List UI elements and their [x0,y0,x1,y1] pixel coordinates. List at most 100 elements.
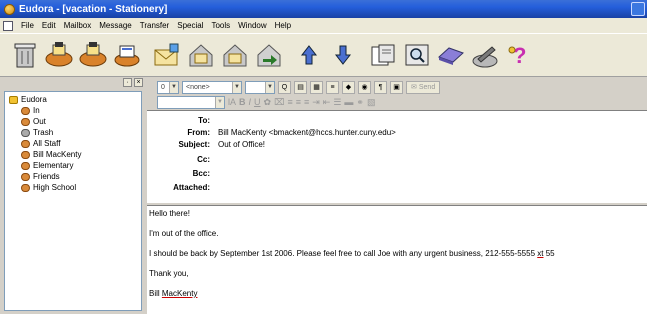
folder-icon [9,95,18,104]
new-message-icon [154,43,179,66]
bullet-list-button[interactable]: ☰ [333,97,341,108]
mailbox-icon [21,172,30,181]
font-select[interactable]: ▼ [157,95,225,109]
svg-text:?: ? [513,43,526,68]
trash-button[interactable] [8,38,42,72]
encoding-select[interactable]: ▼ [245,80,275,94]
to-row[interactable]: To: [147,115,214,126]
filter-button[interactable] [434,38,468,72]
pane-expand-button[interactable]: · [123,78,132,87]
menu-mailbox[interactable]: Mailbox [64,21,92,30]
check-mail-button[interactable] [42,38,76,72]
subject-field[interactable]: Out of Office! [214,140,265,149]
options-icon [472,46,498,68]
menu-bar: File Edit Mailbox Message Transfer Speci… [0,18,647,33]
pane-close-button[interactable]: × [134,78,143,87]
body-line-2: I should be back by September 1st 2006. … [149,249,555,258]
mailbox-high-school[interactable]: High School [9,182,141,193]
filter-icon [438,47,464,65]
priority-select[interactable]: 0 ▼ [157,80,179,94]
outdent-button[interactable]: ⇤ [323,97,331,108]
image-button[interactable]: ▧ [367,97,376,108]
horizontal-rule-button[interactable]: ▬ [344,97,353,107]
help-button[interactable]: ? [502,38,536,72]
previous-message-button[interactable] [292,38,326,72]
menu-edit[interactable]: Edit [42,21,56,30]
options-button[interactable] [468,38,502,72]
mailbox-bill-mackenty[interactable]: Bill MacKenty [9,149,141,160]
send-queued-button[interactable] [76,38,110,72]
mailbox-icon [21,150,30,159]
bcc-row[interactable]: Bcc: [147,168,214,179]
cc-label: Cc: [197,155,210,164]
signature-select[interactable]: <none> ▼ [182,80,242,94]
subject-row[interactable]: Subject: Out of Office! [147,139,265,150]
mailbox-elementary[interactable]: Elementary [9,160,141,171]
menu-special[interactable]: Special [177,21,203,30]
mailbox-friends[interactable]: Friends [9,171,141,182]
reply-button[interactable] [184,38,218,72]
inbox-icon [21,106,30,115]
next-message-button[interactable] [326,38,360,72]
title-bar: Eudora - [vacation - Stationery] [0,0,647,18]
subject-label: Subject: [178,140,210,149]
link-button[interactable]: ⚭ [356,97,364,108]
window-control-button[interactable] [631,2,645,16]
mailbox-out[interactable]: Out [9,116,141,127]
new-message-button[interactable] [150,38,184,72]
font-size-button[interactable]: lA [228,97,236,107]
eudora-app-icon[interactable] [4,3,15,15]
from-field[interactable]: Bill MacKenty <bmackent@hccs.hunter.cuny… [214,128,396,137]
send-button[interactable]: ✉ Send [406,80,441,94]
reply-all-button[interactable] [218,38,252,72]
formatting-bar: ▼ lA B I U ✿ ⌧ ≡ ≡ ≡ ⇥ ⇤ ☰ ▬ ⚭ ▧ [157,95,375,109]
body-thanks: Thank you, [149,269,189,278]
qp-toggle-button[interactable]: Q [278,80,291,94]
clear-format-button[interactable]: ⌧ [274,97,284,108]
attach-button[interactable] [366,38,400,72]
color-icon[interactable]: ✿ [264,97,272,108]
to-label: To: [198,116,210,125]
word-wrap-button[interactable]: ▦ [310,80,323,94]
menu-tools[interactable]: Tools [211,21,230,30]
menu-file[interactable]: File [21,21,34,30]
stationery-button[interactable]: ▣ [390,80,403,94]
pane-controls: · × [0,77,145,89]
trash-mailbox-icon [21,128,30,137]
forward-button[interactable] [252,38,286,72]
align-right-button[interactable]: ≡ [304,97,309,107]
cc-row[interactable]: Cc: [147,154,214,165]
document-menu-icon[interactable] [3,20,13,31]
menu-help[interactable]: Help [275,21,291,30]
menu-message[interactable]: Message [99,21,131,30]
mailbox-trash[interactable]: Trash [9,127,141,138]
message-body[interactable]: Hello there! I'm out of the office. I sh… [147,205,647,314]
bold-button[interactable]: B [239,97,246,107]
mailbox-all-staff[interactable]: All Staff [9,138,141,149]
menu-transfer[interactable]: Transfer [140,21,170,30]
next-message-icon [334,45,352,65]
tabs-in-body-button[interactable]: ≡ [326,80,339,94]
attached-row[interactable]: Attached: [147,182,214,193]
body-greeting: Hello there! [149,209,190,218]
from-label: From: [187,128,210,137]
align-center-button[interactable]: ≡ [296,97,301,107]
align-left-button[interactable]: ≡ [287,97,292,107]
send-queued-icon [79,42,107,67]
keep-copy-button[interactable]: ◆ [342,80,355,94]
address-book-button[interactable] [110,38,144,72]
italic-button[interactable]: I [249,97,252,107]
from-row[interactable]: From: Bill MacKenty <bmackent@hccs.hunte… [147,127,396,138]
paragraph-button[interactable]: ¶ [374,80,387,94]
find-button[interactable] [400,38,434,72]
reply-icon [189,44,213,67]
return-receipt-button[interactable]: ◉ [358,80,371,94]
menu-window[interactable]: Window [238,21,266,30]
mailbox-root[interactable]: Eudora [9,94,141,105]
text-as-attachment-button[interactable]: ▤ [294,80,307,94]
underline-button[interactable]: U [254,97,261,107]
indent-button[interactable]: ⇥ [312,97,320,108]
message-options-bar: 0 ▼ <none> ▼ ▼ Q ▤ ▦ ≡ ◆ ◉ ¶ ▣ ✉ Send [157,79,441,95]
mailbox-icon [21,139,30,148]
mailbox-in[interactable]: In [9,105,141,116]
